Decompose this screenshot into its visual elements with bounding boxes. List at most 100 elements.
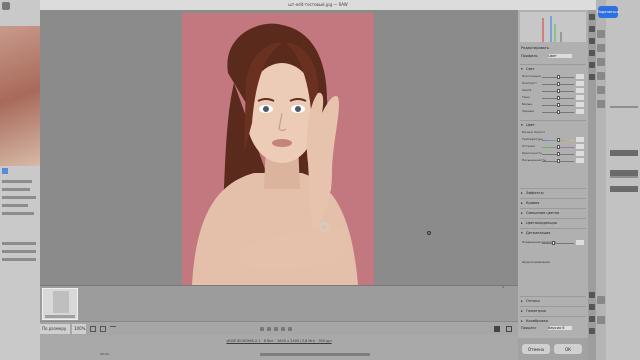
slider-highlights[interactable]: Света bbox=[522, 88, 584, 94]
histogram bbox=[520, 12, 586, 42]
zoom-percent-button[interactable]: 100% bbox=[72, 324, 86, 334]
file-info-link[interactable]: sRGB IEC61966-2.1 · 8 бит · 1600 x 2400 … bbox=[40, 339, 518, 343]
slider-whites[interactable]: Белые bbox=[522, 102, 584, 108]
section-grading[interactable]: Цветокоррекция bbox=[520, 218, 586, 227]
section-geometry[interactable]: Геометрия bbox=[520, 306, 586, 315]
filmstrip-collapse-icon[interactable]: ⌃ bbox=[501, 286, 505, 292]
zoom-select[interactable]: По размеру (75,8%) bbox=[40, 324, 70, 341]
canvas-bottom-bar: По размеру (75,8%) 100% bbox=[40, 321, 518, 341]
star-icon[interactable] bbox=[267, 327, 271, 331]
calibration-label: Процесс bbox=[521, 326, 537, 330]
star-icon[interactable] bbox=[281, 327, 285, 331]
sort-icon[interactable] bbox=[110, 326, 116, 332]
property-row bbox=[2, 180, 32, 183]
layer-badge-icon bbox=[2, 168, 8, 174]
section-light[interactable]: Свет bbox=[520, 64, 586, 73]
slider-saturation[interactable]: Насыщенность bbox=[522, 158, 584, 164]
calibration-select[interactable]: Версия 6 bbox=[548, 326, 572, 330]
hand-tool-icon[interactable] bbox=[589, 304, 595, 310]
slider-contrast[interactable]: Контраст bbox=[522, 81, 584, 87]
app-root: Поделиться шт-edit-тестовый.jpg — RAW ⌃ … bbox=[0, 0, 640, 360]
panel-tool-icon[interactable] bbox=[597, 296, 605, 304]
panel-row bbox=[610, 176, 638, 178]
slider-sharpening[interactable]: Повышение резкости bbox=[522, 240, 584, 246]
slider-noise[interactable]: Шумоподавление bbox=[522, 260, 584, 266]
panel-row bbox=[610, 106, 638, 108]
thumbnail-image bbox=[53, 291, 69, 313]
status-percent: 99,4% bbox=[100, 352, 110, 356]
portrait-image bbox=[182, 13, 374, 285]
camera-raw-tool-strip bbox=[588, 10, 596, 360]
white-balance-select[interactable]: Баланс белого bbox=[522, 130, 584, 136]
section-curve[interactable]: Кривая bbox=[520, 198, 586, 207]
dialog-footer: Отмена ОК bbox=[518, 338, 588, 360]
settings-tool-icon[interactable] bbox=[589, 328, 595, 334]
edit-panel: Редактировать Профиль Цвет Свет Экспозиц… bbox=[518, 10, 588, 360]
panel-tool-icon[interactable] bbox=[597, 100, 605, 108]
star-rating bbox=[260, 327, 292, 331]
filmstrip: ⌃ bbox=[40, 285, 518, 321]
panel-title: Редактировать bbox=[521, 46, 549, 50]
panel-row bbox=[610, 150, 638, 156]
profile-label: Профиль bbox=[521, 54, 538, 58]
star-icon[interactable] bbox=[288, 327, 292, 331]
section-detail[interactable]: Детализация bbox=[520, 228, 586, 237]
slider-tint[interactable]: Оттенок bbox=[522, 144, 584, 150]
property-button[interactable] bbox=[2, 242, 36, 245]
redeye-tool-icon[interactable] bbox=[589, 62, 595, 68]
panel-tool-icon[interactable] bbox=[597, 30, 605, 38]
panel-row bbox=[610, 186, 638, 192]
star-icon[interactable] bbox=[274, 327, 278, 331]
photoshop-tool-strip bbox=[596, 0, 606, 360]
photoshop-topbar: Поделиться bbox=[596, 6, 640, 20]
slider-blacks[interactable]: Черные bbox=[522, 109, 584, 115]
panel-tool-icon[interactable] bbox=[597, 72, 605, 80]
image-canvas[interactable] bbox=[40, 10, 518, 285]
dialog-title: шт-edit-тестовый.jpg — RAW bbox=[40, 0, 596, 10]
profile-select[interactable]: Цвет bbox=[548, 54, 572, 58]
split-view-icon[interactable] bbox=[506, 326, 512, 332]
zoom-tool-icon[interactable] bbox=[589, 292, 595, 298]
portrait-photo[interactable] bbox=[182, 13, 374, 285]
panel-tool-icon[interactable] bbox=[597, 58, 605, 66]
fullscreen-icon[interactable] bbox=[90, 326, 96, 332]
crop-tool-icon[interactable] bbox=[589, 26, 595, 32]
section-effects[interactable]: Эффекты bbox=[520, 188, 586, 197]
slider-exposure[interactable]: Экспозиция bbox=[522, 74, 584, 80]
section-optics[interactable]: Оптика bbox=[520, 296, 586, 305]
section-color[interactable]: Цвет bbox=[520, 120, 586, 129]
section-mixing[interactable]: Смешение цветов bbox=[520, 208, 586, 217]
slider-temperature[interactable]: Температура bbox=[522, 137, 584, 143]
filmstrip-thumbnail[interactable] bbox=[42, 288, 78, 320]
app-icon bbox=[2, 2, 10, 10]
histogram-green bbox=[554, 24, 556, 42]
section-calibration[interactable]: Калибровка bbox=[520, 316, 586, 325]
star-icon[interactable] bbox=[260, 327, 264, 331]
panel-tool-icon[interactable] bbox=[597, 316, 605, 324]
property-row bbox=[2, 196, 36, 199]
cancel-button[interactable]: Отмена bbox=[522, 344, 550, 354]
thumbnail-caption bbox=[45, 315, 75, 318]
heal-tool-icon[interactable] bbox=[589, 38, 595, 44]
sampler-tool-icon[interactable] bbox=[589, 316, 595, 322]
property-row bbox=[2, 188, 30, 191]
slider-vibrance[interactable]: Красочность bbox=[522, 151, 584, 157]
histogram-red bbox=[542, 18, 544, 42]
mouse-cursor-icon bbox=[427, 231, 431, 235]
property-button[interactable] bbox=[2, 250, 36, 253]
panel-tool-icon[interactable] bbox=[597, 44, 605, 52]
camera-raw-dialog: шт-edit-тестовый.jpg — RAW ⌃ По размеру … bbox=[40, 0, 596, 360]
layer-thumbnail[interactable] bbox=[0, 26, 40, 166]
ok-button[interactable]: ОК bbox=[554, 344, 582, 354]
share-button[interactable]: Поделиться bbox=[597, 6, 619, 18]
photoshop-left-panel bbox=[0, 0, 40, 360]
before-after-icon[interactable] bbox=[494, 326, 500, 332]
mask-tool-icon[interactable] bbox=[589, 50, 595, 56]
property-button[interactable] bbox=[2, 258, 36, 261]
status-progress bbox=[260, 353, 370, 356]
slider-shadows[interactable]: Тени bbox=[522, 95, 584, 101]
filmstrip-icon[interactable] bbox=[100, 326, 106, 332]
edit-tool-icon[interactable] bbox=[589, 14, 595, 20]
panel-tool-icon[interactable] bbox=[597, 86, 605, 94]
presets-tool-icon[interactable] bbox=[589, 74, 595, 80]
